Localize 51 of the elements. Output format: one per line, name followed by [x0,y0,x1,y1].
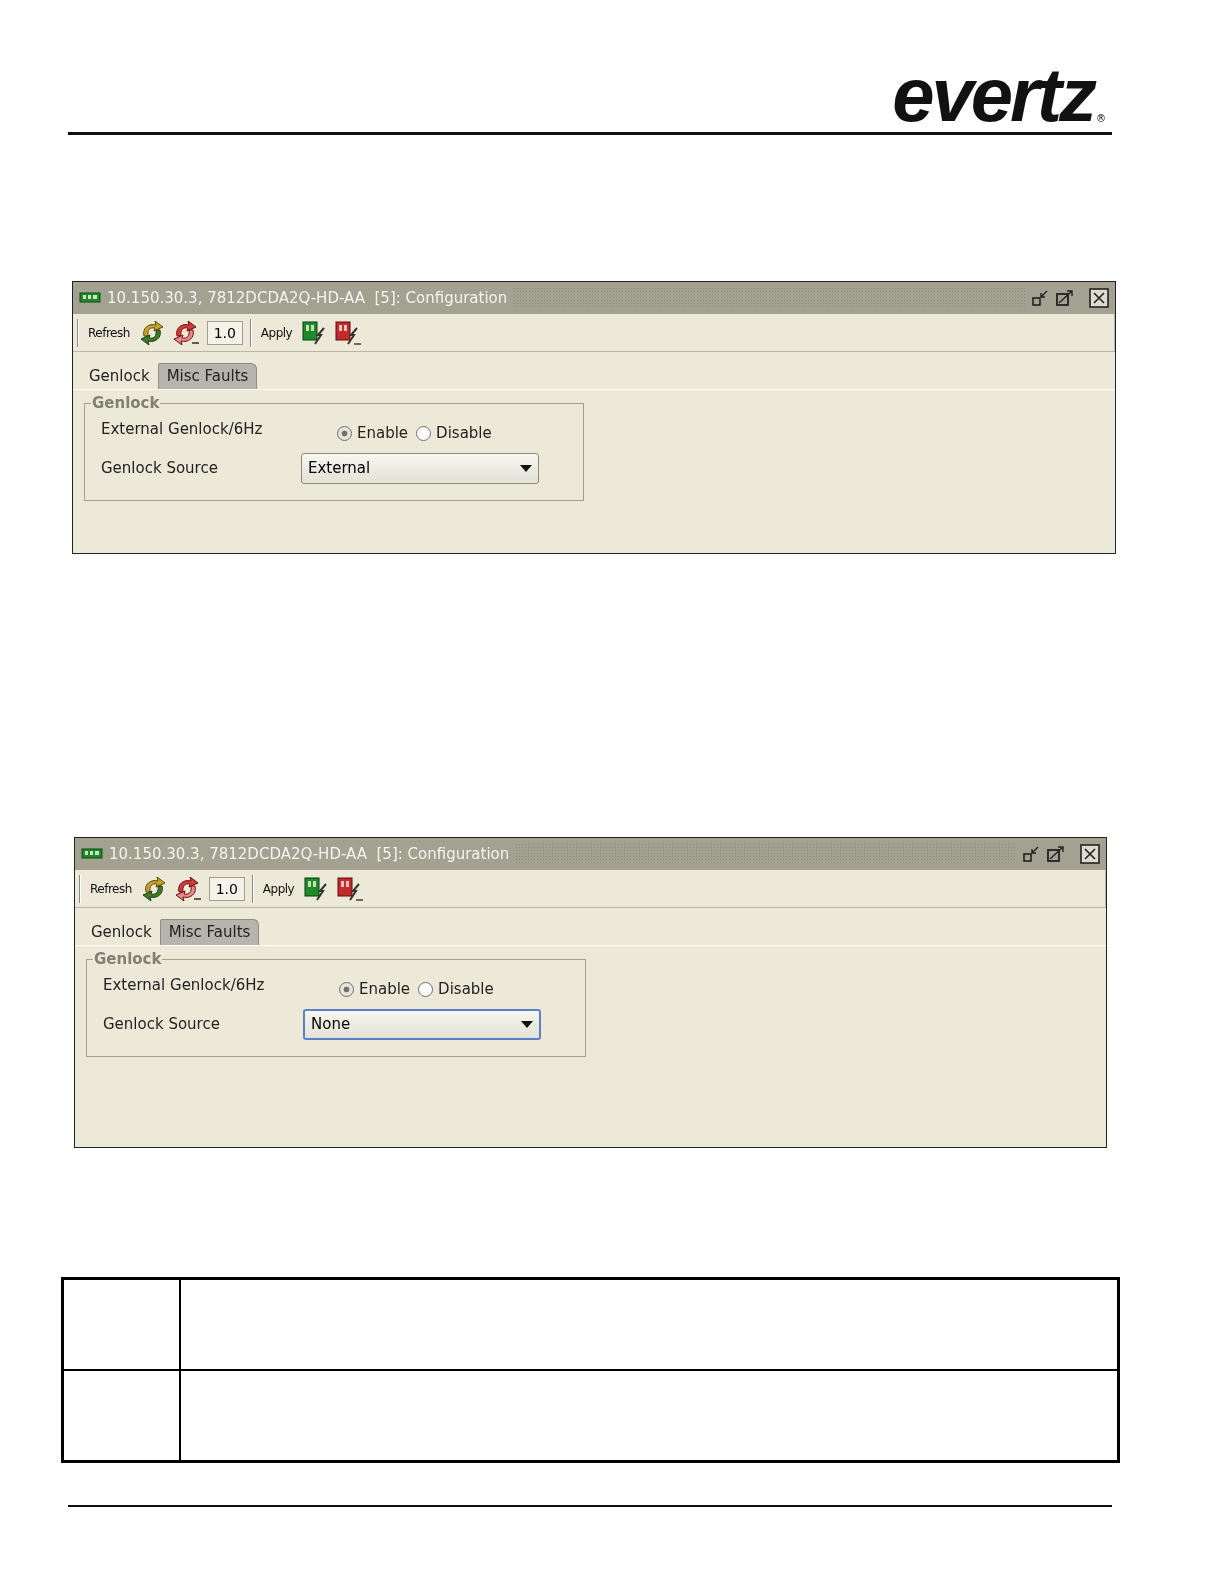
group-title: Genlock [93,950,163,968]
refresh-button[interactable]: Refresh [88,881,134,896]
company-logo: evertz® [892,62,1106,128]
card-apply-icon[interactable] [301,319,328,346]
window-title: 10.150.30.3, 7812DCDA2Q-HD-AA [5]: Configuration [107,289,508,307]
card-apply-icon[interactable] [336,875,365,902]
field-label: Genlock Source [103,1015,221,1033]
field-label: External Genlock/6Hz [103,976,266,994]
refresh-icon[interactable] [171,319,200,346]
version-field[interactable]: 1.0 [206,320,243,345]
card-icon [81,848,103,860]
option-label: Disable [438,980,494,998]
group-title: Genlock [91,394,161,412]
refresh-icon[interactable] [140,875,167,902]
maximize-icon[interactable] [1046,845,1066,863]
field-label: External Genlock/6Hz [101,420,264,438]
option-label: Enable [357,424,409,442]
refresh-button[interactable]: Refresh [86,325,132,340]
option-label: Enable [359,980,411,998]
close-icon[interactable] [1089,288,1109,308]
card-apply-icon[interactable] [334,319,363,346]
tab[interactable]: Genlock [83,920,160,945]
radio-button[interactable] [339,981,354,997]
radio-option[interactable]: Disable [418,980,494,998]
card-icon [79,292,101,304]
caret-icon [520,464,532,472]
radio-button[interactable] [418,981,434,997]
caret-icon [521,1020,533,1028]
field-label: Genlock Source [101,459,219,477]
card-apply-icon[interactable] [303,875,330,902]
apply-button[interactable]: Apply [258,325,295,340]
radio-option[interactable]: Enable [339,980,411,998]
source-dropdown[interactable]: External [301,452,539,484]
option-label: Disable [436,424,492,442]
radio-button[interactable] [416,425,432,441]
minimize-icon[interactable] [1022,845,1040,863]
refresh-icon[interactable] [173,875,202,902]
version-field[interactable]: 1.0 [208,876,245,901]
maximize-icon[interactable] [1055,289,1075,307]
refresh-icon[interactable] [138,319,165,346]
window-title: 10.150.30.3, 7812DCDA2Q-HD-AA [5]: Configuration [109,845,510,863]
close-icon[interactable] [1080,844,1100,864]
source-dropdown[interactable]: None [303,1008,541,1040]
minimize-icon[interactable] [1031,289,1049,307]
tab[interactable]: Misc Faults [157,363,258,389]
radio-button[interactable] [337,425,352,441]
radio-option[interactable]: Disable [416,424,492,442]
tab[interactable]: Misc Faults [159,919,260,945]
radio-option[interactable]: Enable [337,424,409,442]
tab[interactable]: Genlock [81,364,158,389]
apply-button[interactable]: Apply [260,881,297,896]
